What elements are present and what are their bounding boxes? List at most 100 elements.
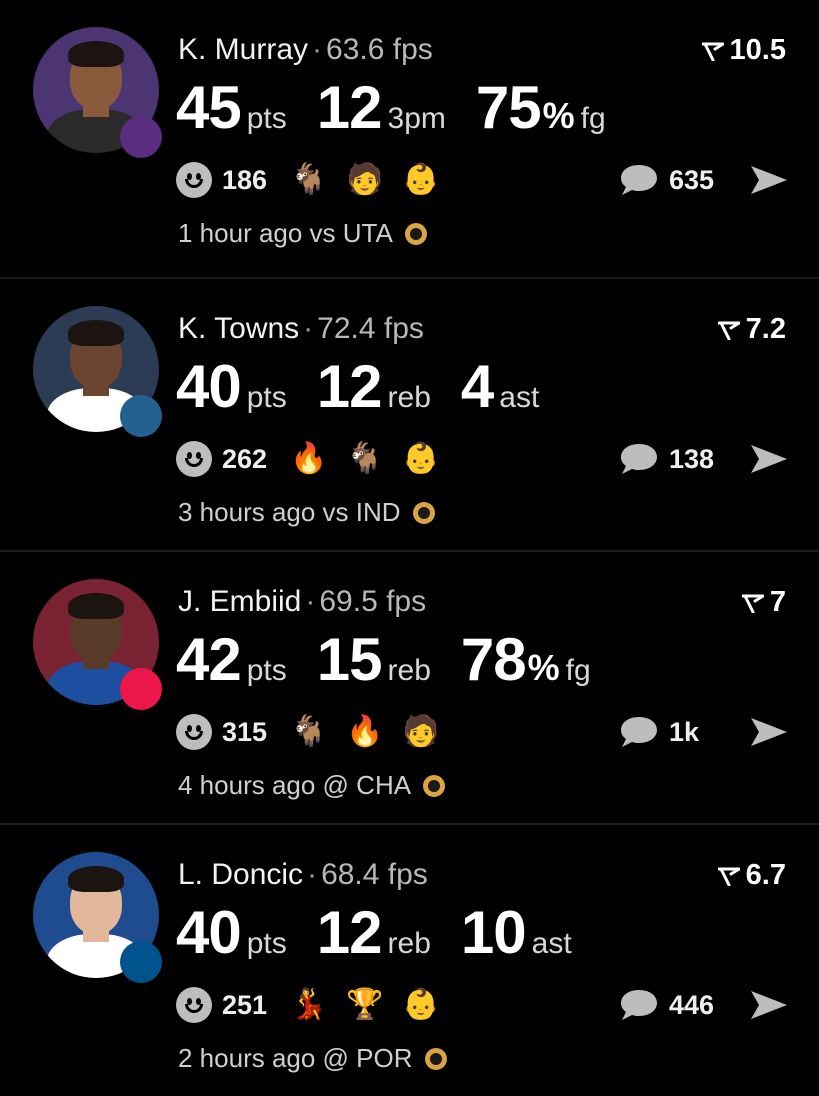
goat-icon[interactable]: 🐐 [345, 439, 385, 479]
post-card[interactable]: K. Murray · 63.6 fps 10.5 45 pts 12 3pm 75% fg … [0, 0, 819, 273]
post-card[interactable]: J. Embiid · 69.5 fps 7 42 pts 15 reb 78% fg 315… [0, 550, 819, 823]
goat-icon[interactable]: 🐐 [289, 712, 329, 752]
feed: K. Murray · 63.6 fps 10.5 45 pts 12 3pm 75% fg … [0, 0, 819, 1087]
stat-item: 42 pts [176, 630, 287, 690]
baby-face-icon[interactable]: 👶 [401, 439, 441, 479]
separator-dot: · [303, 312, 314, 345]
player-name[interactable]: K. Murray [178, 33, 308, 66]
hair-shape [68, 320, 124, 346]
separator-dot: · [307, 858, 318, 891]
fire-icon[interactable]: 🔥 [345, 712, 385, 752]
rating-arrow-icon [717, 321, 740, 340]
baby-face-icon[interactable]: 👶 [401, 160, 441, 200]
rating-value: 7 [769, 586, 786, 618]
share-arrow-icon[interactable] [749, 163, 789, 197]
stat-item: 12 3pm [317, 78, 446, 138]
stat-unit: reb [387, 927, 431, 960]
reactions[interactable]: 315 🐐 🔥 🧑 [176, 712, 441, 752]
stat-value: 4 [460, 353, 494, 420]
reaction-emojis: 🐐 🧑 👶 [289, 160, 441, 200]
hair-shape [68, 41, 124, 67]
reaction-count: 262 [222, 443, 268, 474]
comment-bubble-icon[interactable] [619, 163, 659, 197]
smiley-react-icon[interactable] [176, 162, 212, 198]
comment-bubble-icon[interactable] [619, 442, 659, 476]
comment-count[interactable]: 446 [669, 990, 727, 1021]
post-time: 1 hour ago vs UTA [178, 218, 393, 248]
stat-value: 12 [316, 74, 383, 141]
post-title[interactable]: L. Doncic · 68.4 fps [178, 858, 428, 892]
comment-count[interactable]: 1k [669, 717, 727, 748]
rating[interactable]: 7 [741, 586, 786, 619]
stat-unit: reb [387, 654, 431, 687]
goat-icon[interactable]: 🐐 [289, 160, 329, 200]
separator-dot: · [305, 585, 316, 618]
comment-count[interactable]: 138 [669, 444, 727, 475]
rating-value: 10.5 [729, 34, 786, 66]
stat-value: 40 [176, 353, 242, 420]
share-arrow-icon[interactable] [749, 988, 789, 1022]
post-title[interactable]: J. Embiid · 69.5 fps [178, 585, 426, 619]
player-face-icon[interactable]: 🧑 [345, 160, 385, 200]
stat-item: 10 ast [461, 903, 572, 963]
stat-item: 12 reb [317, 903, 431, 963]
stat-item: 12 reb [317, 357, 431, 417]
stat-value: 45 [176, 74, 242, 141]
reaction-emojis: 🐐 🔥 🧑 [289, 712, 441, 752]
fps-value: 69.5 fps [319, 585, 427, 618]
stat-unit: ast [531, 927, 572, 960]
hornets-logo-icon [419, 771, 449, 801]
player-name[interactable]: K. Towns [178, 312, 299, 345]
stat-unit: fg [565, 654, 591, 687]
post-actions: 635 [619, 160, 789, 200]
celebrity-icon[interactable]: 💃 [289, 985, 329, 1025]
smiley-react-icon[interactable] [176, 441, 212, 477]
stat-value: 78 [460, 626, 527, 693]
share-arrow-icon[interactable] [749, 442, 789, 476]
stat-value: 10 [460, 899, 527, 966]
blazers-logo-icon [421, 1044, 451, 1074]
comment-bubble-icon[interactable] [619, 715, 659, 749]
stat-unit: reb [387, 381, 431, 414]
reaction-count: 251 [222, 989, 268, 1020]
post-time: 2 hours ago @ POR [178, 1043, 413, 1073]
post-time: 4 hours ago @ CHA [178, 770, 412, 800]
player-name[interactable]: L. Doncic [178, 858, 303, 891]
baby-face-icon[interactable]: 👶 [401, 985, 441, 1025]
stat-value: 75 [475, 74, 542, 141]
comment-bubble-icon[interactable] [619, 988, 659, 1022]
cooking-icon[interactable]: 🔥 [289, 439, 329, 479]
rating[interactable]: 6.7 [717, 859, 786, 892]
post-card[interactable]: K. Towns · 72.4 fps 7.2 40 pts 12 reb 4 ast 262… [0, 277, 819, 550]
rating-value: 7.2 [745, 313, 786, 345]
fps-value: 63.6 fps [326, 33, 433, 66]
stat-unit: pts [246, 654, 287, 687]
stat-item: 75% fg [476, 78, 606, 138]
rating[interactable]: 10.5 [701, 34, 786, 67]
share-arrow-icon[interactable] [749, 715, 789, 749]
reactions[interactable]: 262 🔥 🐐 👶 [176, 439, 441, 479]
kings-logo-icon [120, 116, 162, 158]
rating-arrow-icon [717, 867, 740, 886]
sixers-logo-icon [120, 668, 162, 710]
stat-line: 40 pts 12 reb 10 ast [176, 903, 602, 963]
stat-line: 42 pts 15 reb 78% fg [176, 630, 621, 690]
player-name[interactable]: J. Embiid [178, 585, 301, 618]
stat-unit: pts [246, 102, 287, 135]
post-title[interactable]: K. Towns · 72.4 fps [178, 312, 424, 346]
rating[interactable]: 7.2 [717, 313, 786, 346]
smiley-react-icon[interactable] [176, 714, 212, 750]
player-face-icon[interactable]: 🧑 [401, 712, 441, 752]
smiley-react-icon[interactable] [176, 987, 212, 1023]
comment-count[interactable]: 635 [669, 165, 727, 196]
reactions[interactable]: 186 🐐 🧑 👶 [176, 160, 441, 200]
rating-arrow-icon [741, 594, 764, 613]
post-title[interactable]: K. Murray · 63.6 fps [178, 33, 433, 67]
stat-item: 4 ast [461, 357, 539, 417]
stat-item: 45 pts [176, 78, 287, 138]
trophy-icon[interactable]: 🏆 [345, 985, 385, 1025]
reactions[interactable]: 251 💃 🏆 👶 [176, 985, 441, 1025]
timberwolves-logo-icon [120, 395, 162, 437]
post-meta: 3 hours ago vs IND [178, 497, 439, 528]
post-card[interactable]: L. Doncic · 68.4 fps 6.7 40 pts 12 reb 10 ast 2… [0, 823, 819, 1096]
